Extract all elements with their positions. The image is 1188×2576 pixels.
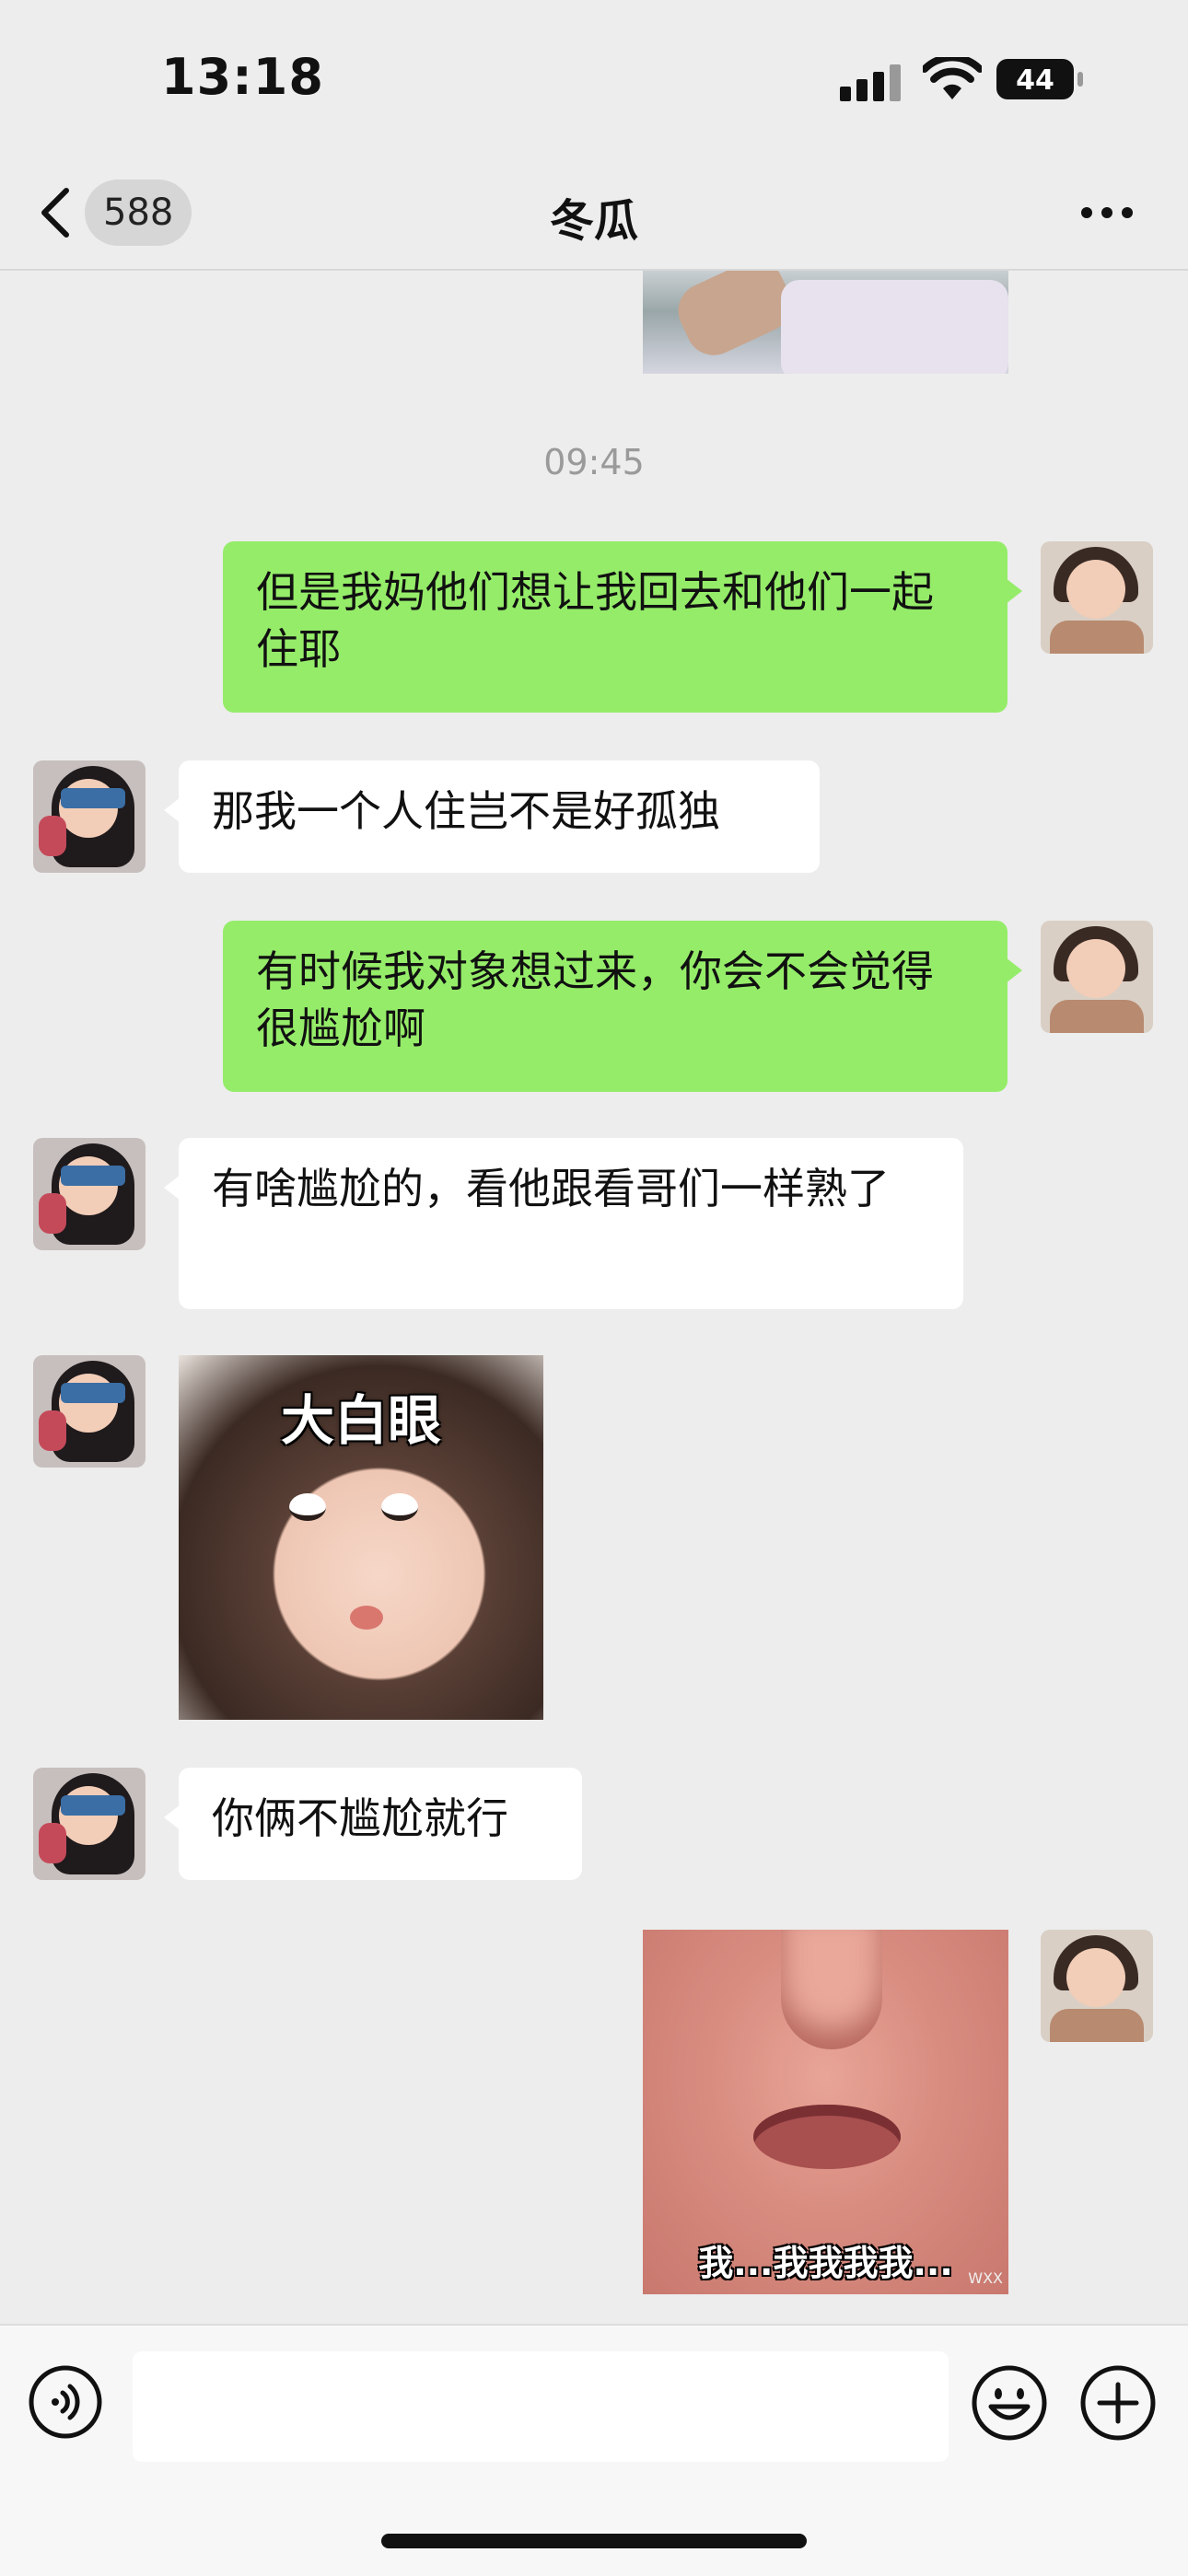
chat-title: 冬瓜 <box>549 195 638 247</box>
voice-input-icon[interactable] <box>28 2364 103 2440</box>
contact-avatar[interactable] <box>33 1355 146 1468</box>
message-list[interactable]: 09:45 但是我妈他们想让我回去和他们一起住耶 那我一个人住岂不是好孤独 有时… <box>0 271 1188 2324</box>
sticker-watermark: WXX <box>968 2269 1003 2287</box>
message-bubble-theirs[interactable]: 那我一个人住岂不是好孤独 <box>164 760 820 873</box>
previous-image-message[interactable] <box>643 271 1008 374</box>
battery-icon: 44 <box>996 59 1085 99</box>
message-bubble-theirs[interactable]: 有啥尴尬的，看他跟看哥们一样熟了 <box>164 1138 963 1309</box>
my-avatar[interactable] <box>1041 921 1153 1033</box>
contact-avatar[interactable] <box>33 760 146 873</box>
status-bar: 13:18 44 <box>0 0 1188 157</box>
my-avatar[interactable] <box>1041 1930 1153 2042</box>
home-indicator <box>381 2534 807 2548</box>
wifi-icon <box>923 57 982 99</box>
message-timestamp: 09:45 <box>543 442 645 482</box>
contact-avatar[interactable] <box>33 1138 146 1250</box>
cellular-signal-icon <box>840 64 901 101</box>
message-bubble-mine[interactable]: 有时候我对象想过来，你会不会觉得很尴尬啊 <box>223 921 1022 1092</box>
chat-header: 588 冬瓜 <box>0 157 1188 271</box>
eye-roll-sticker[interactable]: 大白眼 <box>179 1355 543 1720</box>
status-time: 13:18 <box>161 48 324 106</box>
message-bubble-mine[interactable]: 但是我妈他们想让我回去和他们一起住耶 <box>223 541 1022 713</box>
sticker-caption: 大白眼 <box>280 1389 441 1452</box>
sticker-caption: 我...我我我我... <box>698 2243 953 2283</box>
emoji-icon[interactable] <box>971 2364 1048 2442</box>
mouth-closeup-sticker[interactable]: 我...我我我我... WXX <box>643 1930 1008 2294</box>
contact-avatar[interactable] <box>33 1768 146 1880</box>
battery-level: 44 <box>1016 64 1054 97</box>
message-bubble-theirs[interactable]: 你俩不尴尬就行 <box>164 1768 582 1880</box>
more-options-icon[interactable] <box>1077 199 1136 226</box>
message-input[interactable] <box>133 2351 949 2462</box>
plus-icon[interactable] <box>1079 2364 1157 2442</box>
my-avatar[interactable] <box>1041 541 1153 654</box>
